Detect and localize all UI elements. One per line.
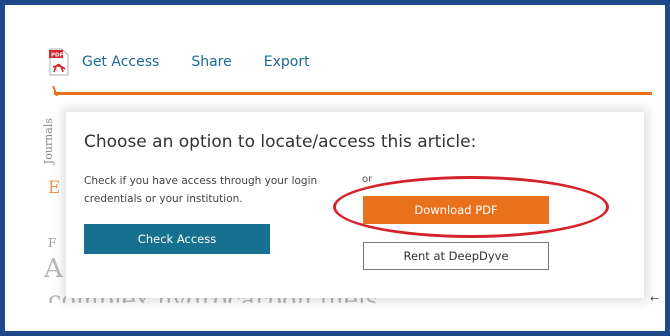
pdf-file-icon[interactable]: PDF	[48, 48, 70, 76]
dialog-description: Check if you have access through your lo…	[84, 175, 318, 205]
return-arrow-icon: ←	[650, 292, 660, 305]
background-side-label: Journals	[42, 118, 55, 165]
export-link[interactable]: Export	[264, 54, 310, 70]
svg-text:PDF: PDF	[51, 53, 64, 59]
download-pdf-button[interactable]: Download PDF	[363, 196, 549, 224]
toolbar-divider	[54, 92, 652, 95]
article-toolbar: PDF Get Access Share Export	[48, 46, 342, 78]
or-separator: or	[362, 174, 373, 185]
rent-deepdyve-button[interactable]: Rent at DeepDyve	[363, 242, 549, 270]
access-options-dialog: Choose an option to locate/access this a…	[66, 112, 644, 298]
background-letter-a: A	[44, 254, 63, 284]
background-letter-f: F	[48, 236, 57, 250]
dialog-title: Choose an option to locate/access this a…	[84, 132, 477, 152]
background-letter-e: E	[48, 178, 61, 198]
get-access-link[interactable]: Get Access	[82, 54, 159, 70]
share-link[interactable]: Share	[191, 54, 231, 70]
check-access-button[interactable]: Check Access	[84, 224, 270, 254]
